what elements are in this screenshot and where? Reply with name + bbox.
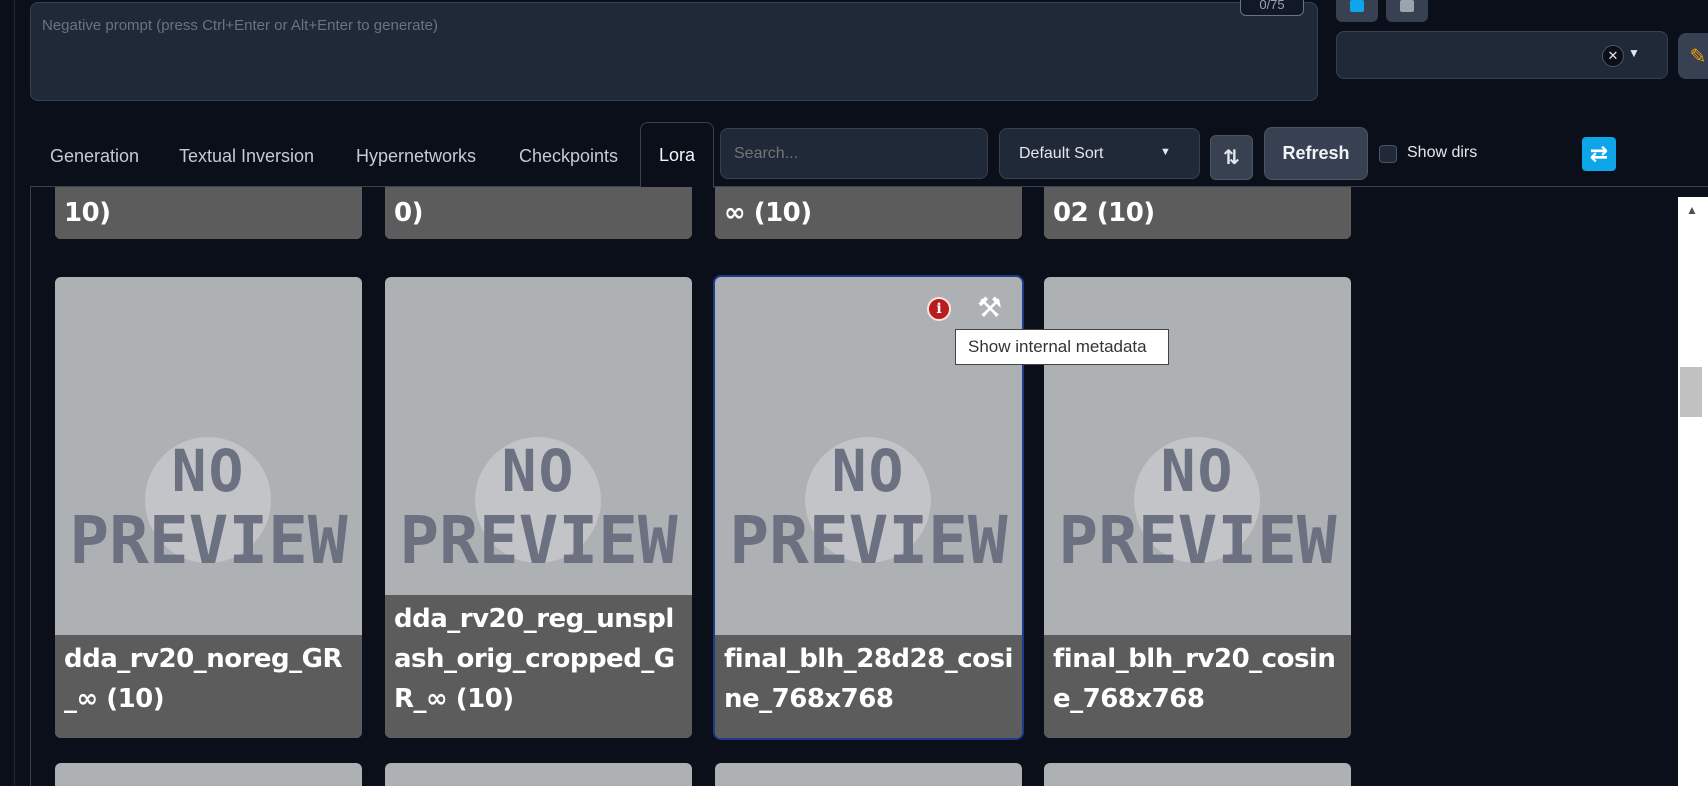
card-label: dda_rv20_reg_unsplash_orig_cropped_GR_∞ …: [385, 595, 692, 738]
lora-card[interactable]: [1044, 763, 1351, 786]
no-preview-text: NO: [171, 437, 246, 505]
lora-card[interactable]: 10): [55, 187, 362, 239]
lora-card[interactable]: NO PREVIEW dda_rv20_reg_unsplash_orig_cr…: [385, 277, 692, 738]
paste-icon: [1350, 0, 1364, 12]
lora-card[interactable]: 02 (10): [1044, 187, 1351, 239]
negative-prompt-placeholder: Negative prompt (press Ctrl+Enter or Alt…: [42, 17, 439, 34]
sort-direction-button[interactable]: ⇅: [1210, 135, 1253, 180]
lora-card[interactable]: ∞ (10): [715, 187, 1022, 239]
edit-styles-button[interactable]: ✎: [1678, 33, 1708, 79]
chevron-down-icon: ▼: [1160, 146, 1171, 158]
tab-lora[interactable]: Lora: [640, 122, 714, 188]
search-input[interactable]: [720, 128, 988, 179]
scroll-up-icon[interactable]: ▲: [1686, 203, 1698, 217]
card-label: 02 (10): [1044, 187, 1351, 239]
scrollbar[interactable]: [1678, 197, 1708, 786]
brush-icon: ✎: [1689, 45, 1707, 68]
show-dirs-label: Show dirs: [1407, 144, 1478, 161]
no-preview-text: PREVIEW: [399, 502, 678, 579]
show-dirs-checkbox[interactable]: [1379, 145, 1397, 163]
no-preview-text: PREVIEW: [729, 502, 1008, 579]
lora-card[interactable]: [385, 763, 692, 786]
card-label: ∞ (10): [715, 187, 1022, 239]
close-icon[interactable]: ✕: [1602, 45, 1624, 67]
card-label: final_blh_28d28_cosine_768x768: [715, 635, 1022, 738]
scrollbar-thumb[interactable]: [1680, 367, 1702, 417]
tools-icon[interactable]: ⚒: [977, 291, 1002, 324]
chevron-down-icon[interactable]: ▼: [1628, 46, 1640, 60]
card-label: 0): [385, 187, 692, 239]
lora-card[interactable]: 0): [385, 187, 692, 239]
card-label: final_blh_rv20_cosine_768x768: [1044, 635, 1351, 738]
no-preview-text: NO: [501, 437, 576, 505]
tab-textual-inversion[interactable]: Textual Inversion: [179, 146, 314, 167]
token-counter: 0/75: [1240, 0, 1304, 16]
no-preview-text: PREVIEW: [1058, 502, 1337, 579]
sort-value: Default Sort: [1019, 145, 1104, 162]
lora-card[interactable]: NO PREVIEW dda_rv20_noreg_GR_∞ (10): [55, 277, 362, 738]
no-preview-text: NO: [1160, 437, 1235, 505]
tab-lora-label: Lora: [659, 145, 696, 165]
info-icon[interactable]: i: [927, 297, 951, 321]
tab-hypernetworks[interactable]: Hypernetworks: [356, 146, 476, 167]
card-label: 10): [55, 187, 362, 239]
no-preview-text: PREVIEW: [69, 502, 348, 579]
paste-button[interactable]: [1336, 0, 1378, 22]
tab-checkpoints[interactable]: Checkpoints: [519, 146, 618, 167]
tab-generation[interactable]: Generation: [50, 146, 139, 167]
no-preview-text: NO: [831, 437, 906, 505]
lora-card-grid: 10) 0) ∞ (10) 02 (10) NO PREVIEW dda_rv2…: [30, 187, 1678, 786]
sync-icon[interactable]: ⇄: [1582, 137, 1616, 171]
sort-arrows-icon: ⇅: [1223, 147, 1240, 169]
left-border: [14, 0, 15, 786]
clear-prompt-button[interactable]: [1386, 0, 1428, 22]
refresh-button[interactable]: Refresh: [1264, 127, 1368, 180]
lora-card[interactable]: [55, 763, 362, 786]
tooltip: Show internal metadata: [955, 329, 1169, 365]
lora-card[interactable]: [715, 763, 1022, 786]
trash-icon: [1400, 0, 1414, 12]
card-label: dda_rv20_noreg_GR_∞ (10): [55, 635, 362, 738]
